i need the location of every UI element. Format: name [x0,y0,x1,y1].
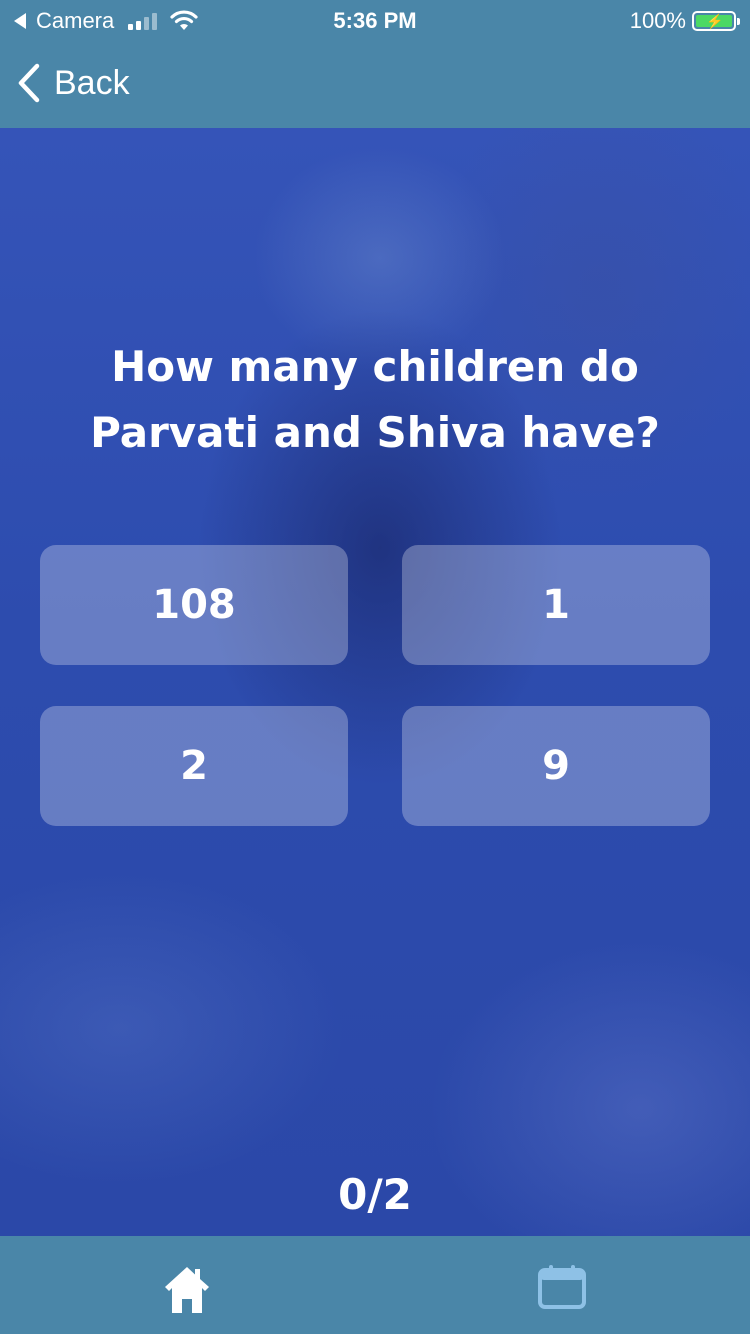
tab-home[interactable] [163,1264,211,1320]
calendar-icon [538,1265,586,1309]
answer-grid: 108 1 2 9 [40,545,710,826]
back-button[interactable]: Back [16,62,130,104]
answer-option-3[interactable]: 2 [40,706,348,826]
home-icon [165,1267,209,1313]
answer-option-1[interactable]: 108 [40,545,348,665]
score-counter: 0/2 [338,1170,412,1219]
tab-bar [0,1236,750,1334]
nav-bar: Back [0,40,750,128]
chevron-left-icon [18,63,40,103]
battery-icon: ⚡ [692,11,740,31]
quiz-screen: How many children do Parvati and Shiva h… [0,128,750,1236]
question-text: How many children do Parvati and Shiva h… [90,342,660,457]
back-label: Back [54,63,130,102]
battery-percent: 100% [629,8,686,33]
status-right: 100% ⚡ [629,8,740,34]
header: Camera 5:36 PM 100% ⚡ Back [0,0,750,128]
answer-option-2[interactable]: 1 [402,545,710,665]
answer-option-4[interactable]: 9 [402,706,710,826]
status-bar: Camera 5:36 PM 100% ⚡ [0,0,750,40]
tab-calendar[interactable] [537,1264,587,1314]
